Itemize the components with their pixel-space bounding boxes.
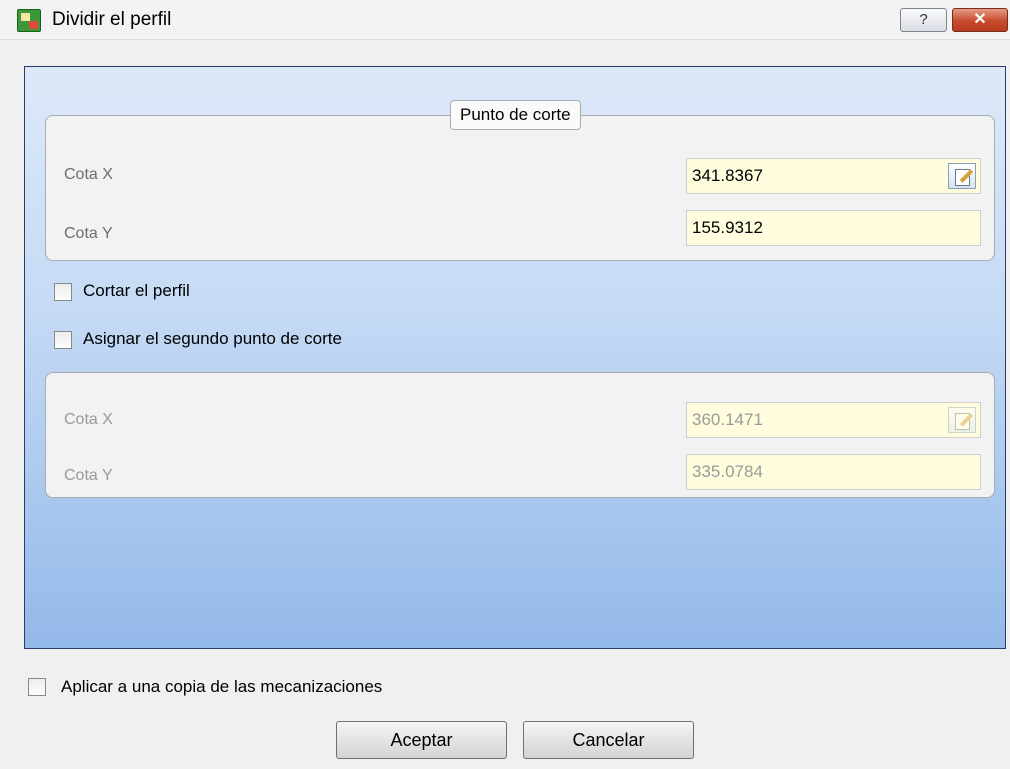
close-button[interactable]: ✕ xyxy=(952,8,1008,32)
second-cota-x-input[interactable]: 360.1471 xyxy=(686,402,981,438)
second-cota-x-label: Cota X xyxy=(64,411,113,428)
cut-profile-checkbox[interactable] xyxy=(54,283,72,301)
cota-x-value: 341.8367 xyxy=(692,166,763,185)
cancel-button[interactable]: Cancelar xyxy=(523,721,694,759)
ok-button[interactable]: Aceptar xyxy=(336,721,507,759)
second-point-group: Cota X 360.1471 Cota Y 335.0784 xyxy=(45,372,995,498)
edit-icon[interactable] xyxy=(948,407,976,433)
app-icon xyxy=(17,9,41,32)
help-button[interactable]: ? xyxy=(900,8,947,32)
cota-y-value: 155.9312 xyxy=(692,218,763,237)
main-panel: Punto de corte Cota X 341.8367 Cota Y 15… xyxy=(24,66,1006,649)
cut-profile-label: Cortar el perfil xyxy=(83,281,190,300)
cut-point-group-title: Punto de corte xyxy=(450,100,581,130)
cota-x-label: Cota X xyxy=(64,166,113,183)
apply-copy-label: Aplicar a una copia de las mecanizacione… xyxy=(61,677,383,696)
cota-y-label: Cota Y xyxy=(64,225,113,242)
second-cota-y-input[interactable]: 335.0784 xyxy=(686,454,981,490)
cota-x-input[interactable]: 341.8367 xyxy=(686,158,981,194)
second-point-checkbox[interactable] xyxy=(54,331,72,349)
second-cota-y-value: 335.0784 xyxy=(692,462,763,481)
edit-icon[interactable] xyxy=(948,163,976,189)
title-bar: Dividir el perfil ? ✕ xyxy=(0,0,1010,40)
window-title: Dividir el perfil xyxy=(52,9,172,30)
second-point-label: Asignar el segundo punto de corte xyxy=(83,329,342,348)
cut-point-group: Punto de corte Cota X 341.8367 Cota Y 15… xyxy=(45,100,995,261)
second-cota-x-value: 360.1471 xyxy=(692,410,763,429)
cota-y-input[interactable]: 155.9312 xyxy=(686,210,981,246)
apply-copy-checkbox[interactable] xyxy=(28,678,46,696)
second-cota-y-label: Cota Y xyxy=(64,467,113,484)
